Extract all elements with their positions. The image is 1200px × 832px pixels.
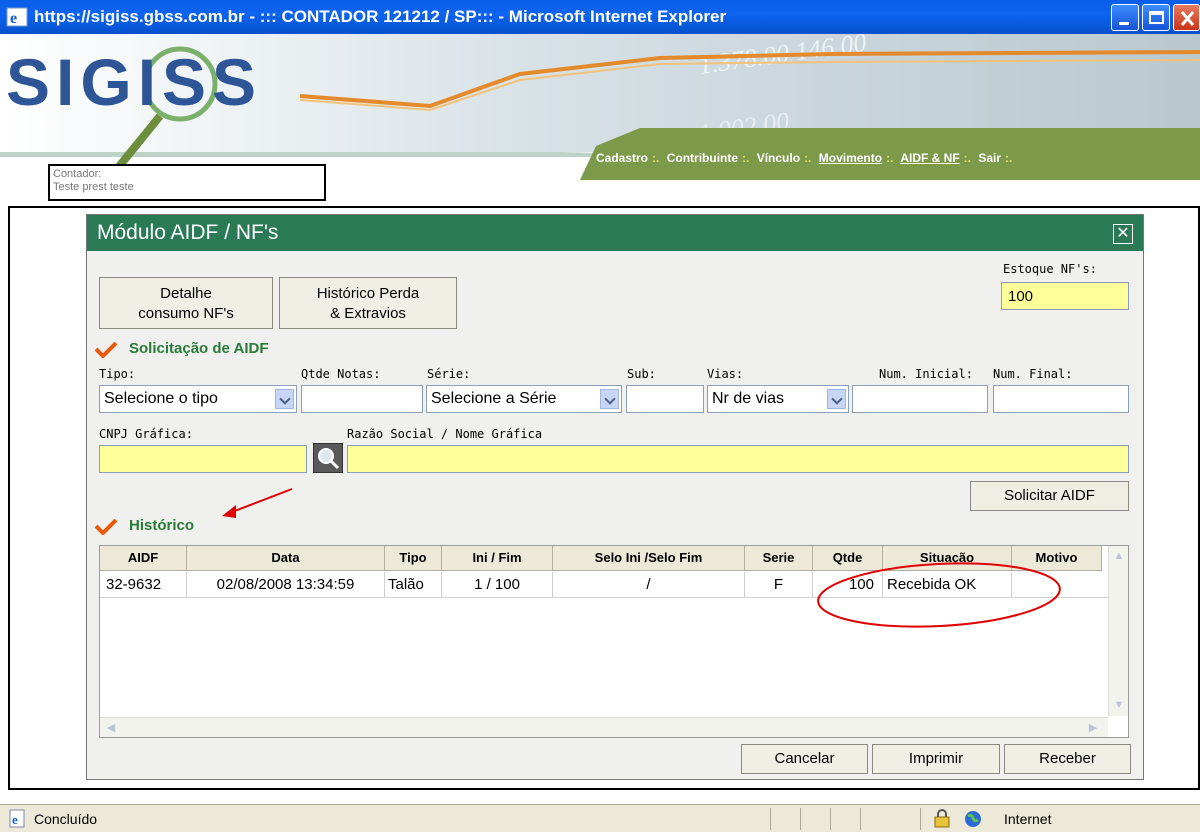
internet-zone-icon	[965, 811, 981, 827]
annotation-arrowhead	[222, 505, 236, 518]
annotation-overlay	[222, 488, 1061, 628]
annotation-arrow	[231, 488, 293, 513]
page-done-icon: e	[9, 809, 25, 828]
receber-button[interactable]: Receber	[1004, 744, 1131, 774]
imprimir-button[interactable]: Imprimir	[872, 744, 1000, 774]
svg-text:e: e	[12, 812, 18, 827]
status-text: Concluído	[34, 811, 98, 827]
cancelar-button[interactable]: Cancelar	[741, 744, 868, 774]
zone-label: Internet	[1004, 811, 1052, 827]
lock-icon	[934, 809, 950, 828]
annotation-ellipse	[817, 562, 1061, 628]
status-bar: e Concluído Internet	[0, 804, 1200, 832]
